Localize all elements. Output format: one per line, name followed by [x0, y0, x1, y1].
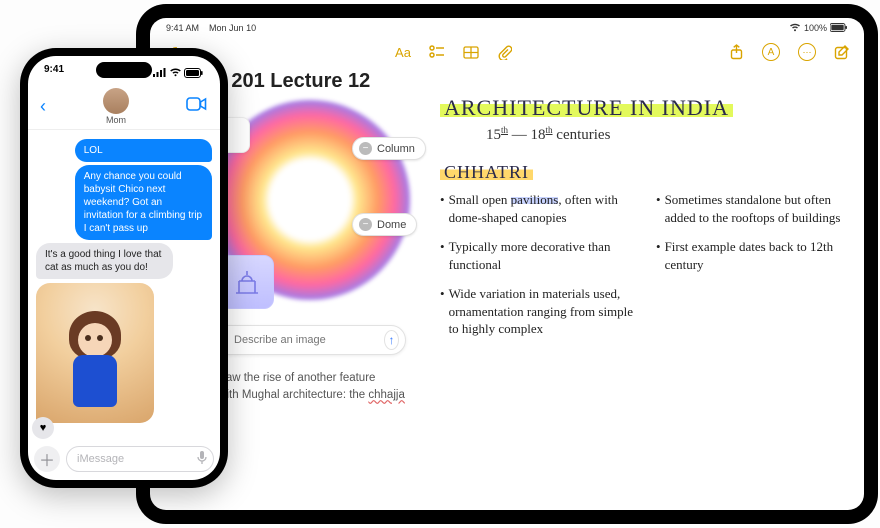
- battery-percent: 100%: [804, 23, 827, 33]
- iphone-device-frame: 9:41 ‹ Mom: [20, 48, 228, 488]
- hw-bullet: Sometimes standalone but often added to …: [656, 191, 854, 226]
- dictate-icon[interactable]: [197, 451, 207, 468]
- pill-label: Dome: [377, 219, 406, 231]
- wifi-icon: [789, 23, 801, 34]
- ipad-device-frame: 9:41 AM Mon Jun 10 100% ⤢ Aa: [136, 4, 878, 524]
- message-text: It's a good thing I love that cat as muc…: [45, 249, 161, 273]
- hw-bullet: First example dates back to 12th century: [656, 238, 854, 273]
- dynamic-island: [96, 62, 152, 78]
- cellular-icon: [153, 68, 167, 80]
- notes-toolbar: ⤢ Aa A ⋯: [150, 38, 864, 66]
- hw-sub-c: centuries: [556, 127, 610, 143]
- compose-bar: ＋ iMessage: [34, 444, 214, 474]
- hw-subtitle: 15th — 18th centuries: [440, 125, 854, 144]
- typed-spellcheck-word[interactable]: chhajja: [368, 389, 404, 401]
- back-chevron-icon[interactable]: ‹: [40, 96, 46, 117]
- compose-button[interactable]: [834, 44, 850, 60]
- share-button[interactable]: [728, 44, 744, 60]
- hw-bullet: Typically more decorative than functiona…: [440, 238, 638, 273]
- generated-image: [53, 305, 137, 423]
- tapback-heart[interactable]: ♥: [32, 417, 54, 439]
- submit-up-icon[interactable]: ↑: [384, 330, 399, 350]
- message-placeholder: iMessage: [77, 453, 124, 465]
- checklist-button[interactable]: [429, 44, 445, 60]
- attachment-button[interactable]: [497, 44, 513, 60]
- message-in[interactable]: It's a good thing I love that cat as muc…: [36, 243, 173, 279]
- heart-icon: ♥: [40, 422, 47, 434]
- hw-bullet-text: First example dates back to 12th century: [665, 238, 854, 273]
- remove-icon[interactable]: −: [359, 218, 372, 231]
- ipad-clock: 9:41 AM: [166, 23, 199, 33]
- add-attachment-button[interactable]: ＋: [34, 446, 60, 472]
- message-thread[interactable]: LOL Any chance you could babysit Chico n…: [28, 132, 220, 440]
- note-title: ARCH 201 Lecture 12: [150, 66, 864, 95]
- hw-bullet-text: Typically more decorative than functiona…: [449, 238, 638, 273]
- hw-bullet-text: Wide variation in materials used, orname…: [449, 285, 638, 338]
- avatar: [103, 88, 129, 114]
- token-pill-column[interactable]: − Column: [352, 137, 426, 160]
- hw-col-left: Small open pavilions, often with dome-sh…: [440, 191, 638, 350]
- handwriting-area: ARCHITECTURE IN INDIA 15th — 18th centur…: [440, 95, 854, 510]
- image-prompt-input[interactable]: [234, 334, 376, 346]
- hw-sub-a-sup: th: [501, 125, 508, 135]
- pill-label: Column: [377, 143, 415, 155]
- hw-main-title: ARCHITECTURE IN INDIA: [440, 95, 733, 121]
- note-body: nt Mughal itecture − Column − Dome ‹ ↑: [150, 95, 864, 510]
- ipad-date: Mon Jun 10: [209, 23, 256, 33]
- message-text: Any chance you could babysit Chico next …: [84, 171, 202, 234]
- hw-bullet: Small open pavilions, often with dome-sh…: [440, 191, 638, 226]
- messages-header: ‹ Mom: [28, 84, 220, 130]
- remove-icon[interactable]: −: [359, 142, 372, 155]
- sketch-thumbnail[interactable]: [220, 255, 274, 309]
- hw-sub-dash: —: [512, 127, 527, 143]
- ipad-status-bar: 9:41 AM Mon Jun 10 100%: [150, 18, 864, 38]
- hw-two-columns: Small open pavilions, often with dome-sh…: [440, 191, 854, 350]
- battery-icon: [184, 68, 204, 81]
- format-text-button[interactable]: Aa: [395, 44, 411, 60]
- wifi-icon: [169, 68, 182, 80]
- hw-bullet: Wide variation in materials used, orname…: [440, 285, 638, 338]
- hw-section-heading: CHHATRI: [440, 162, 533, 183]
- contact-name: Mom: [106, 115, 126, 125]
- contact-block[interactable]: Mom: [103, 88, 129, 125]
- more-button[interactable]: ⋯: [798, 43, 816, 61]
- ipad-screen: 9:41 AM Mon Jun 10 100% ⤢ Aa: [150, 18, 864, 510]
- message-image[interactable]: [36, 283, 154, 423]
- facetime-icon[interactable]: [186, 97, 208, 116]
- battery-icon: [830, 23, 848, 34]
- iphone-clock: 9:41: [44, 64, 64, 84]
- message-input[interactable]: iMessage: [66, 446, 214, 472]
- ipad-status-left: 9:41 AM Mon Jun 10: [166, 23, 256, 33]
- hw-col-right: Sometimes standalone but often added to …: [656, 191, 854, 350]
- message-out[interactable]: Any chance you could babysit Chico next …: [75, 165, 212, 240]
- message-out[interactable]: LOL: [75, 139, 212, 162]
- iphone-status-right: [153, 64, 204, 84]
- hw-sub-b: 18: [531, 127, 546, 143]
- token-pill-dome[interactable]: − Dome: [352, 213, 417, 236]
- hw-bullet-text: Small open pavilions, often with dome-sh…: [449, 191, 638, 226]
- message-text: LOL: [84, 145, 103, 156]
- ipad-status-right: 100%: [789, 23, 848, 34]
- iphone-screen: 9:41 ‹ Mom: [28, 56, 220, 480]
- hw-sub-b-sup: th: [546, 125, 553, 135]
- hw-bullet-text: Sometimes standalone but often added to …: [665, 191, 854, 226]
- collaborate-button[interactable]: A: [762, 43, 780, 61]
- table-button[interactable]: [463, 44, 479, 60]
- hw-sub-a: 15: [486, 127, 501, 143]
